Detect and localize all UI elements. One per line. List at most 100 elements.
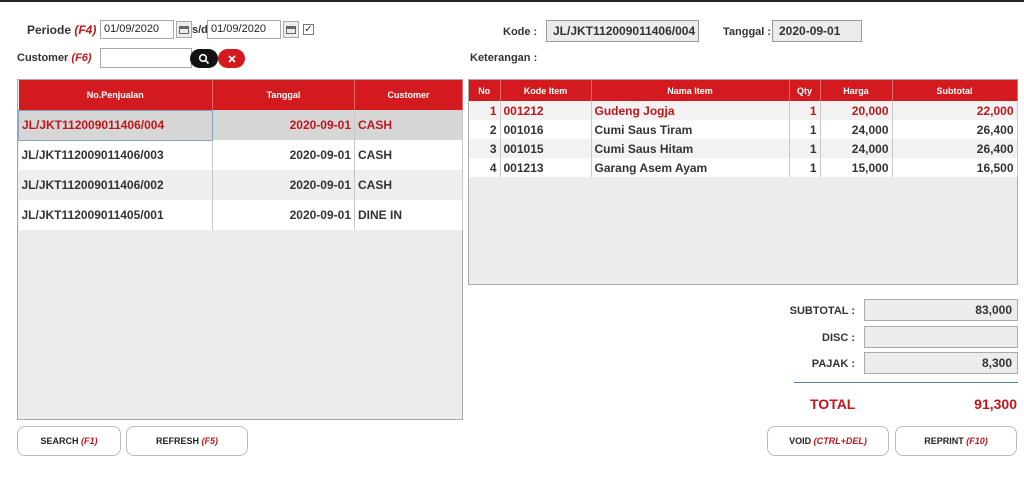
pajak-label: PAJAK : xyxy=(811,358,855,370)
void-button[interactable]: VOID (CTRL+DEL) xyxy=(767,426,889,456)
search-button[interactable]: SEARCH (F1) xyxy=(17,426,121,456)
sales-date: 2020-09-01 xyxy=(212,110,355,140)
item-name: Cumi Saus Tiram xyxy=(591,120,790,139)
totals-divider xyxy=(794,382,1018,383)
item-price: 15,000 xyxy=(820,158,893,177)
sales-customer: CASH xyxy=(354,170,463,200)
kode-label: Kode : xyxy=(503,26,538,38)
column-header-qty[interactable]: Qty xyxy=(789,80,821,101)
sales-date: 2020-09-01 xyxy=(212,170,355,200)
keterangan-label: Keterangan : xyxy=(470,52,538,64)
item-code: 001015 xyxy=(500,139,592,158)
item-row-selected[interactable]: 1 001212 Gudeng Jogja 1 20,000 22,000 xyxy=(469,101,1018,120)
disc-label: DISC : xyxy=(822,332,855,344)
total-label: TOTAL xyxy=(810,396,856,412)
column-header-harga[interactable]: Harga xyxy=(820,80,893,101)
date-from-input[interactable]: 01/09/2020 xyxy=(100,20,174,39)
sales-no: JL/JKT112009011406/004 xyxy=(18,109,213,141)
sales-date: 2020-09-01 xyxy=(212,200,355,230)
date-to-input[interactable]: 01/09/2020 xyxy=(207,20,281,39)
sales-customer: CASH xyxy=(354,110,463,140)
calendar-icon xyxy=(286,25,296,34)
item-code: 001016 xyxy=(500,120,592,139)
search-button-shortcut: (F1) xyxy=(81,436,98,446)
item-qty: 1 xyxy=(789,139,821,158)
items-table: No Kode Item Nama Item Qty Harga Subtota… xyxy=(469,80,1018,177)
item-qty: 1 xyxy=(789,158,821,177)
void-button-label: VOID xyxy=(789,436,812,446)
tanggal-field: 2020-09-01 xyxy=(772,20,862,42)
sales-list-panel: No.Penjualan Tanggal Customer JL/JKT1120… xyxy=(17,79,463,420)
customer-input[interactable] xyxy=(100,48,192,68)
refresh-button[interactable]: REFRESH (F5) xyxy=(126,426,248,456)
item-price: 24,000 xyxy=(820,120,893,139)
item-name: Cumi Saus Hitam xyxy=(591,139,790,158)
reprint-button-label: REPRINT xyxy=(924,436,964,446)
total-value: 91,300 xyxy=(974,396,1017,412)
item-subtotal: 16,500 xyxy=(892,158,1018,177)
item-subtotal: 26,400 xyxy=(892,120,1018,139)
item-qty: 1 xyxy=(789,120,821,139)
sales-no: JL/JKT112009011405/001 xyxy=(18,200,213,230)
search-button-label: SEARCH xyxy=(40,436,79,446)
sales-date: 2020-09-01 xyxy=(212,140,355,170)
top-border xyxy=(0,0,1024,2)
sales-row[interactable]: JL/JKT112009011406/002 2020-09-01 CASH xyxy=(18,170,463,200)
item-name: Gudeng Jogja xyxy=(591,101,790,120)
disc-field[interactable] xyxy=(864,326,1018,348)
column-header-no-penjualan[interactable]: No.Penjualan xyxy=(18,80,213,110)
subtotal-field: 83,000 xyxy=(864,299,1018,321)
item-qty: 1 xyxy=(789,101,821,120)
column-header-kode-item[interactable]: Kode Item xyxy=(500,80,592,101)
close-icon xyxy=(227,54,236,63)
sales-customer: DINE IN xyxy=(354,200,463,230)
date-from-calendar-button[interactable] xyxy=(176,21,192,38)
column-header-nama-item[interactable]: Nama Item xyxy=(591,80,790,101)
item-no: 4 xyxy=(469,158,501,177)
sales-no: JL/JKT112009011406/003 xyxy=(18,140,213,170)
item-code: 001213 xyxy=(500,158,592,177)
periode-shortcut: (F4) xyxy=(74,23,97,37)
item-name: Garang Asem Ayam xyxy=(591,158,790,177)
items-panel: No Kode Item Nama Item Qty Harga Subtota… xyxy=(468,79,1018,285)
date-filter-checkbox[interactable]: ✓ xyxy=(303,24,314,35)
item-row[interactable]: 3 001015 Cumi Saus Hitam 1 24,000 26,400 xyxy=(469,139,1018,158)
periode-label-text: Periode xyxy=(27,23,72,37)
column-header-no[interactable]: No xyxy=(469,80,501,101)
customer-clear-button[interactable] xyxy=(218,49,245,68)
customer-label: Customer (F6) xyxy=(17,52,92,64)
periode-label: Periode (F4) xyxy=(27,23,96,37)
column-header-customer[interactable]: Customer xyxy=(354,80,463,110)
sales-table: No.Penjualan Tanggal Customer JL/JKT1120… xyxy=(18,80,463,230)
calendar-icon xyxy=(179,25,189,34)
item-no: 2 xyxy=(469,120,501,139)
tanggal-label: Tanggal : xyxy=(723,26,772,38)
refresh-button-shortcut: (F5) xyxy=(201,436,219,446)
sales-row[interactable]: JL/JKT112009011406/003 2020-09-01 CASH xyxy=(18,140,463,170)
customer-label-text: Customer xyxy=(17,52,69,64)
item-price: 24,000 xyxy=(820,139,893,158)
customer-shortcut: (F6) xyxy=(71,52,92,64)
sales-row-selected[interactable]: JL/JKT112009011406/004 2020-09-01 CASH xyxy=(18,109,463,141)
column-header-tanggal[interactable]: Tanggal xyxy=(212,80,355,110)
item-row[interactable]: 4 001213 Garang Asem Ayam 1 15,000 16,50… xyxy=(469,158,1018,177)
item-code: 001212 xyxy=(500,101,592,120)
reprint-button[interactable]: REPRINT (F10) xyxy=(895,426,1017,456)
item-subtotal: 26,400 xyxy=(892,139,1018,158)
refresh-button-label: REFRESH xyxy=(155,436,199,446)
date-to-calendar-button[interactable] xyxy=(283,21,299,38)
void-button-shortcut: (CTRL+DEL) xyxy=(813,436,867,446)
subtotal-label: SUBTOTAL : xyxy=(789,305,855,317)
pajak-field: 8,300 xyxy=(864,352,1018,374)
search-icon xyxy=(198,53,210,64)
customer-search-button[interactable] xyxy=(190,49,218,68)
sales-row[interactable]: JL/JKT112009011405/001 2020-09-01 DINE I… xyxy=(18,200,463,230)
item-no: 3 xyxy=(469,139,501,158)
sales-customer: CASH xyxy=(354,140,463,170)
column-header-subtotal[interactable]: Subtotal xyxy=(892,80,1018,101)
item-no: 1 xyxy=(469,101,501,120)
date-sd-label: s/d xyxy=(192,24,208,36)
item-subtotal: 22,000 xyxy=(892,101,1018,120)
kode-field: JL/JKT112009011406/004 xyxy=(546,20,699,42)
item-row[interactable]: 2 001016 Cumi Saus Tiram 1 24,000 26,400 xyxy=(469,120,1018,139)
